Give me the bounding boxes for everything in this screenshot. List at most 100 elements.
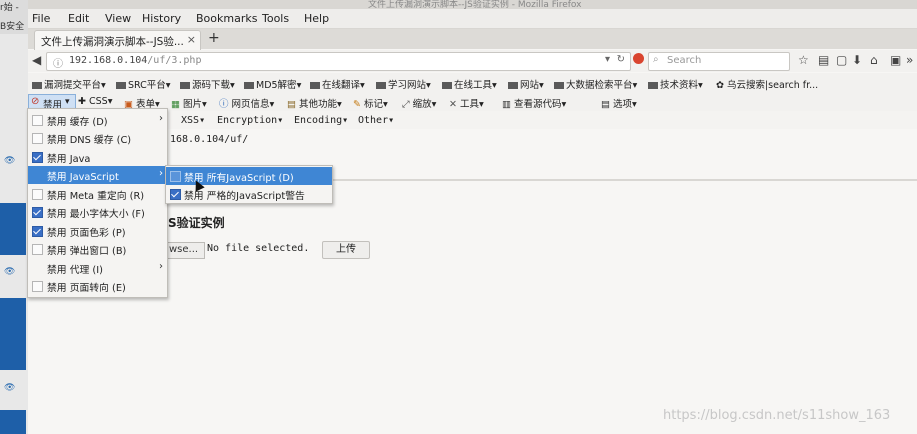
- hackbar-other[interactable]: Other▾: [358, 115, 394, 126]
- menu-item-disable-proxy[interactable]: 禁用 代理 (I) ›: [28, 259, 167, 277]
- bookmark-folder[interactable]: MD5解密▾: [244, 77, 301, 91]
- javascript-submenu: 禁用 所有JavaScript (D) 禁用 严格的JavaScript警告: [165, 165, 333, 204]
- browse-button[interactable]: wse...: [168, 242, 205, 259]
- menu-item-disable-javascript[interactable]: 禁用 JavaScript ›: [28, 166, 167, 184]
- menu-file[interactable]: File: [32, 12, 50, 25]
- bookmark-link[interactable]: ✿ 乌云搜索|search fr...: [716, 77, 818, 91]
- resize-icon: ⤢: [402, 99, 413, 110]
- options-menu-button[interactable]: ▤ 选项▾: [601, 96, 637, 110]
- pocket-icon[interactable]: ▢: [836, 53, 847, 67]
- css-menu-button[interactable]: ✚ CSS▾: [78, 96, 112, 107]
- dropdown-arrow-icon[interactable]: ▾: [605, 54, 610, 65]
- url-text[interactable]: 192.168.0.104/uf/3.php: [69, 55, 201, 66]
- resize-menu-button[interactable]: ⤢ 缩放▾: [402, 96, 436, 110]
- submenu-arrow-icon: ›: [159, 168, 163, 179]
- submenu-arrow-icon: ›: [159, 261, 163, 272]
- overflow-menu-icon[interactable]: »: [906, 53, 913, 67]
- bookmarks-toolbar: 漏洞提交平台▾ SRC平台▾ 源码下载▾ MD5解密▾ 在线翻译▾ 学习网站▾ …: [28, 73, 917, 94]
- source-icon: ▥: [502, 99, 514, 110]
- new-tab-button[interactable]: +: [208, 30, 220, 46]
- menu-item-disable-cache[interactable]: 禁用 缓存 (D) ›: [28, 111, 167, 129]
- menu-view[interactable]: View: [105, 12, 131, 25]
- checkbox-checked[interactable]: [32, 152, 43, 163]
- menu-item-disable-java[interactable]: 禁用 Java: [28, 148, 167, 166]
- menu-item-disable-meta-redirect[interactable]: 禁用 Meta 重定向 (R): [28, 185, 167, 203]
- bookmark-folder[interactable]: 大数据检索平台▾: [554, 77, 637, 91]
- menu-help[interactable]: Help: [304, 12, 329, 25]
- close-tab-icon[interactable]: ×: [187, 33, 196, 46]
- checkbox[interactable]: [32, 281, 43, 292]
- left-thumbnail[interactable]: [0, 410, 26, 434]
- menu-item-disable-redirect[interactable]: 禁用 页面转向 (E): [28, 277, 167, 295]
- menu-tools[interactable]: Tools: [262, 12, 289, 25]
- menu-bookmarks[interactable]: Bookmarks: [196, 12, 257, 25]
- bookmark-folder[interactable]: 网站▾: [508, 77, 544, 91]
- menu-item-disable-strict-js-warnings[interactable]: 禁用 严格的JavaScript警告: [166, 185, 332, 203]
- left-thumbnail[interactable]: [0, 298, 26, 370]
- file-status: No file selected.: [207, 243, 310, 254]
- tab-active[interactable]: 文件上传漏洞演示脚本--JS验... ×: [34, 30, 201, 50]
- url-bar[interactable]: ⓘ 192.168.0.104/uf/3.php ▾ ↻: [46, 52, 631, 71]
- checkbox[interactable]: [32, 133, 43, 144]
- tools-icon: ✕: [449, 99, 460, 110]
- window-titlebar: 文件上传漏洞演示脚本--JS验证实例 - Mozilla Firefox: [28, 0, 917, 10]
- bookmark-folder[interactable]: SRC平台▾: [116, 77, 171, 91]
- menu-item-disable-dns-cache[interactable]: 禁用 DNS 缓存 (C): [28, 129, 167, 147]
- info-icon[interactable]: ⓘ: [53, 55, 63, 70]
- home-icon[interactable]: ⌂: [870, 53, 878, 67]
- search-engine-icon[interactable]: [633, 53, 644, 64]
- menu-edit[interactable]: Edit: [68, 12, 89, 25]
- checkbox-checked[interactable]: [32, 226, 43, 237]
- checkbox[interactable]: [32, 115, 43, 126]
- menu-item-disable-popups[interactable]: 禁用 弹出窗口 (B): [28, 240, 167, 258]
- reload-icon[interactable]: ↻: [617, 54, 625, 65]
- menu-item-disable-page-colors[interactable]: 禁用 页面色彩 (P): [28, 222, 167, 240]
- download-icon[interactable]: ⬇: [852, 53, 862, 67]
- folder-icon: [116, 82, 126, 89]
- pencil-icon: ✎: [353, 99, 364, 110]
- menu-history[interactable]: History: [142, 12, 181, 25]
- back-icon[interactable]: ◀: [32, 53, 41, 67]
- hackbar-xss[interactable]: XSS▾: [181, 115, 205, 126]
- images-menu-button[interactable]: ▦ 图片▾: [171, 96, 207, 110]
- checkbox[interactable]: [170, 171, 181, 182]
- checkbox-checked[interactable]: [170, 189, 181, 200]
- bookmark-folder[interactable]: 技术资料▾: [648, 77, 703, 91]
- left-thumbnail[interactable]: [0, 203, 26, 255]
- extension-icon[interactable]: ▣: [890, 53, 901, 67]
- hackbar-encryption[interactable]: Encryption▾: [217, 115, 283, 126]
- folder-icon: [508, 82, 518, 89]
- checkbox[interactable]: [32, 244, 43, 255]
- wooyun-icon: ✿: [716, 80, 727, 91]
- misc-menu-button[interactable]: ▤ 其他功能▾: [287, 96, 342, 110]
- folder-icon: [554, 82, 564, 89]
- menu-item-disable-min-font[interactable]: 禁用 最小字体大小 (F): [28, 203, 167, 221]
- watermark: https://blog.csdn.net/s11show_163: [663, 408, 891, 423]
- folder-icon: [648, 82, 658, 89]
- options-icon: ▤: [601, 99, 613, 110]
- bookmark-folder[interactable]: 学习网站▾: [376, 77, 431, 91]
- reading-list-icon[interactable]: ▤: [818, 53, 829, 67]
- page-heading: S验证实例: [168, 216, 225, 230]
- bookmark-folder[interactable]: 漏洞提交平台▾: [32, 77, 106, 91]
- checkbox-checked[interactable]: [32, 207, 43, 218]
- outline-menu-button[interactable]: ✎ 标记▾: [353, 96, 388, 110]
- disable-dropdown-menu: 禁用 缓存 (D) › 禁用 DNS 缓存 (C) 禁用 Java 禁用 Java…: [27, 108, 168, 298]
- menubar: File Edit View History Bookmarks Tools H…: [28, 9, 917, 29]
- tools-menu-button[interactable]: ✕ 工具▾: [449, 96, 484, 110]
- hackbar-encoding[interactable]: Encoding▾: [294, 115, 348, 126]
- bookmark-folder[interactable]: 源码下载▾: [180, 77, 235, 91]
- bookmark-folder[interactable]: 在线工具▾: [442, 77, 497, 91]
- disable-icon: ⊘: [31, 96, 40, 107]
- bookmark-star-icon[interactable]: ☆: [798, 53, 809, 67]
- search-box[interactable]: ⌕ Search: [648, 52, 790, 71]
- checkbox[interactable]: [32, 189, 43, 200]
- css-icon: ✚: [78, 96, 89, 107]
- search-placeholder: Search: [667, 55, 702, 66]
- bookmark-folder[interactable]: 在线翻译▾: [310, 77, 365, 91]
- view-source-menu-button[interactable]: ▥ 查看源代码▾: [502, 96, 566, 110]
- folder-icon: [376, 82, 386, 89]
- page-info-menu-button[interactable]: ⓘ 网页信息▾: [219, 96, 274, 110]
- upload-button[interactable]: 上传: [322, 241, 370, 259]
- hackbar-url[interactable]: 168.0.104/uf/: [170, 134, 248, 145]
